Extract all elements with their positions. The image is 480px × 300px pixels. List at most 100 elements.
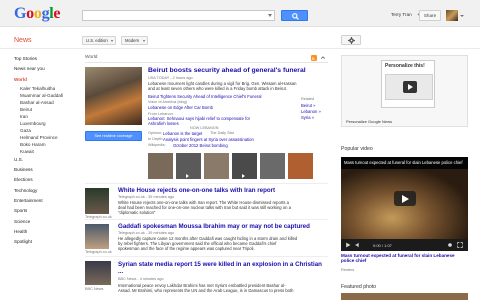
chevron-down-icon[interactable] — [460, 15, 464, 17]
video-player[interactable]: Mass turnout expected at funeral for sla… — [341, 157, 468, 251]
topic-link[interactable]: Beirut » — [301, 103, 315, 108]
story-snippet: and at least seven others who were kille… — [148, 86, 287, 91]
nav-item-top-stories[interactable]: Top Stories — [14, 54, 76, 64]
chevron-down-icon — [111, 40, 113, 42]
fullscreen-icon[interactable] — [457, 242, 463, 248]
section-heading: World — [85, 55, 98, 60]
nav-item-elections[interactable]: Elections — [14, 175, 76, 185]
story-photo[interactable] — [85, 67, 142, 125]
nav-item-technology[interactable]: Technology — [14, 186, 76, 196]
thumbnail[interactable] — [204, 153, 229, 179]
nav-item-spotlight[interactable]: Spotlight — [14, 237, 76, 247]
gear-icon — [348, 37, 355, 44]
share-button[interactable]: Share — [419, 10, 441, 21]
related-link[interactable]: Lebanese on Edge After Car Bomb — [148, 105, 213, 110]
logo-letter: o — [26, 5, 34, 22]
nav-subitem[interactable]: Kuwait — [14, 148, 76, 155]
nav-item-news-near-you[interactable]: News near you — [14, 64, 76, 74]
divider — [85, 219, 328, 220]
related-label: Opinion: — [148, 131, 163, 135]
story-source: Telegraph.co.uk - 39 minutes ago — [118, 231, 175, 235]
nav-item-health[interactable]: Health — [14, 227, 76, 237]
video-thumbnail[interactable] — [232, 153, 257, 179]
video-controls[interactable]: 0:00 / 1:07 — [341, 239, 468, 251]
search-button[interactable] — [281, 10, 308, 21]
photo-caption: Telegraph.co.uk — [85, 250, 112, 254]
search-icon — [292, 13, 299, 20]
settings-icon[interactable] — [447, 242, 453, 248]
related-heading: Related — [301, 97, 315, 101]
personalize-promo[interactable]: Personalize this! Personalize Google New… — [341, 55, 468, 127]
related-link[interactable]: Beirut Tightens Security Ahead of Intell… — [148, 94, 261, 99]
story-source: USA TODAY - 2 hours ago — [148, 76, 193, 80]
video-title-bar: Mass turnout expected at funeral for sla… — [341, 157, 468, 169]
nav-item-sports[interactable]: Sports — [14, 206, 76, 216]
topic-link[interactable]: Syria » — [301, 115, 314, 120]
nav-item-entertainment[interactable]: Entertainment — [14, 196, 76, 206]
photo-caption: BBC News — [85, 287, 104, 291]
nav-item-us[interactable]: U.S. — [14, 155, 76, 165]
thumbnail[interactable] — [260, 153, 285, 179]
topic-link[interactable]: Lebanon » — [301, 109, 321, 114]
user-name-link[interactable]: Terry Tran — [391, 12, 412, 17]
avatar[interactable] — [446, 10, 458, 21]
chevron-down-icon[interactable] — [268, 14, 272, 17]
settings-button[interactable] — [341, 35, 361, 45]
nav-subitem[interactable]: Boko Haram — [14, 141, 76, 148]
video-source: Reuters — [341, 268, 355, 272]
story-photo[interactable] — [85, 188, 109, 214]
featured-photo-heading: Featured photo — [341, 284, 377, 290]
google-logo[interactable]: Google — [14, 5, 61, 22]
promo-caption[interactable]: Personalize Google News — [346, 119, 392, 124]
divider — [85, 183, 328, 184]
chevron-down-icon — [143, 40, 145, 42]
video-caption-link[interactable]: Mass turnout expected at funeral for sla… — [341, 253, 468, 264]
promo-video[interactable] — [385, 74, 433, 100]
related-link[interactable]: October 2012 Beirut bombing — [173, 143, 228, 148]
view-select[interactable]: Modern — [121, 36, 148, 45]
related-label: In Depth: — [148, 137, 164, 141]
nav-item-business[interactable]: Business — [14, 165, 76, 175]
nav-item-world[interactable]: World — [14, 75, 76, 85]
play-icon — [403, 81, 417, 93]
related-link[interactable]: Lebanon: Sehnaoui says hijabi relief to … — [148, 116, 266, 126]
play-icon[interactable] — [394, 191, 416, 206]
nav-subitem[interactable]: Muammar al-Gaddafi — [14, 92, 76, 99]
video-thumbnail[interactable] — [176, 153, 201, 179]
story-snippet: spokesman and the face of the regime app… — [118, 246, 255, 251]
nav-item-science[interactable]: Science — [14, 217, 76, 227]
related-link[interactable]: Analysis point fingers at Syria over ass… — [163, 137, 254, 142]
logo-letter: G — [14, 5, 27, 22]
story-source: BBC News - 4 minutes ago — [118, 277, 164, 281]
related-link[interactable]: Lebanon is the target — [163, 131, 202, 136]
nav-subitem[interactable]: Helmand Province — [14, 134, 76, 141]
nav-subitem[interactable]: Bashar al-Assad — [14, 99, 76, 106]
related-label: Wikipedia: — [148, 143, 166, 147]
nav-subitem[interactable]: Gaza — [14, 127, 76, 134]
realtime-coverage-button[interactable]: See realtime coverage — [85, 131, 142, 141]
story-photo[interactable] — [85, 224, 109, 249]
story-headline[interactable]: Beirut boosts security ahead of general'… — [148, 67, 306, 74]
play-icon[interactable] — [345, 242, 351, 248]
logo-letter: e — [53, 5, 61, 22]
edition-select[interactable]: U.S. edition — [82, 36, 116, 45]
divider — [85, 62, 328, 63]
nav-subitem[interactable]: Iran — [14, 113, 76, 120]
story-photo[interactable] — [85, 261, 111, 285]
story-headline[interactable]: Syrian state media report 15 were killed… — [118, 261, 328, 275]
collapse-icon[interactable] — [320, 55, 326, 61]
section-title[interactable]: News — [14, 37, 32, 44]
search-input[interactable] — [82, 10, 275, 21]
featured-photo[interactable] — [341, 293, 468, 300]
sub-bar — [0, 28, 480, 49]
nav-subitem[interactable]: Luxembourg — [14, 120, 76, 127]
logo-letter: o — [33, 5, 42, 22]
story-headline[interactable]: White House rejects one-on-one talks wit… — [118, 187, 275, 194]
rss-icon[interactable] — [311, 55, 317, 61]
story-headline[interactable]: Gaddafi spokesman Moussa Ibrahim may or … — [118, 223, 310, 230]
thumbnail[interactable] — [288, 153, 313, 179]
volume-icon[interactable] — [355, 242, 361, 248]
thumbnail[interactable] — [148, 153, 173, 179]
nav-subitem[interactable]: Kaler Tekalhuitha — [14, 85, 76, 92]
nav-subitem[interactable]: Beirut — [14, 106, 76, 113]
